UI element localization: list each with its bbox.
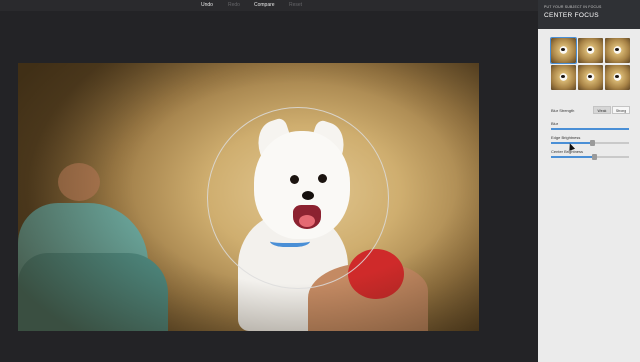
edge-brightness-label: Edge Brightness (551, 135, 581, 140)
blur-label: Blur (551, 121, 559, 126)
preset-thumbnail[interactable] (578, 65, 603, 90)
panel-header: PUT YOUR SUBJECT IN FOCUS CENTER FOCUS (538, 0, 640, 29)
blur-strength-weak-button[interactable]: Weak (593, 106, 611, 114)
blur-strength-strong-button[interactable]: Strong (612, 106, 630, 114)
preset-thumbnail[interactable] (550, 37, 577, 64)
edge-brightness-slider[interactable] (551, 140, 629, 146)
reset-button[interactable]: Reset (289, 1, 302, 9)
center-brightness-slider-thumb[interactable] (591, 154, 597, 160)
center-brightness-label: Center Brightness (551, 149, 584, 154)
preset-thumbnails (550, 37, 630, 90)
top-toolbar: Undo Redo Compare Reset (0, 0, 538, 11)
focus-circle-handle[interactable] (207, 107, 389, 289)
compare-button[interactable]: Compare (254, 1, 275, 9)
blur-slider[interactable] (551, 128, 629, 130)
preset-thumbnail[interactable] (578, 38, 603, 63)
preset-thumbnail[interactable] (605, 65, 630, 90)
panel-subtitle: PUT YOUR SUBJECT IN FOCUS (544, 5, 602, 9)
center-brightness-slider[interactable] (551, 154, 629, 160)
undo-button[interactable]: Undo (201, 1, 213, 9)
blur-slider-fill (551, 128, 629, 130)
photo-preview[interactable] (18, 63, 479, 331)
blur-strength-label: Blur Strength (551, 108, 575, 113)
center-brightness-slider-fill (551, 156, 594, 158)
preset-thumbnail[interactable] (551, 65, 576, 90)
edge-brightness-slider-thumb[interactable] (589, 140, 595, 146)
redo-button[interactable]: Redo (228, 1, 240, 9)
panel-title: CENTER FOCUS (544, 12, 599, 19)
preset-thumbnail[interactable] (605, 38, 630, 63)
editing-canvas (0, 11, 538, 362)
center-focus-panel: PUT YOUR SUBJECT IN FOCUS CENTER FOCUS B… (538, 0, 640, 362)
